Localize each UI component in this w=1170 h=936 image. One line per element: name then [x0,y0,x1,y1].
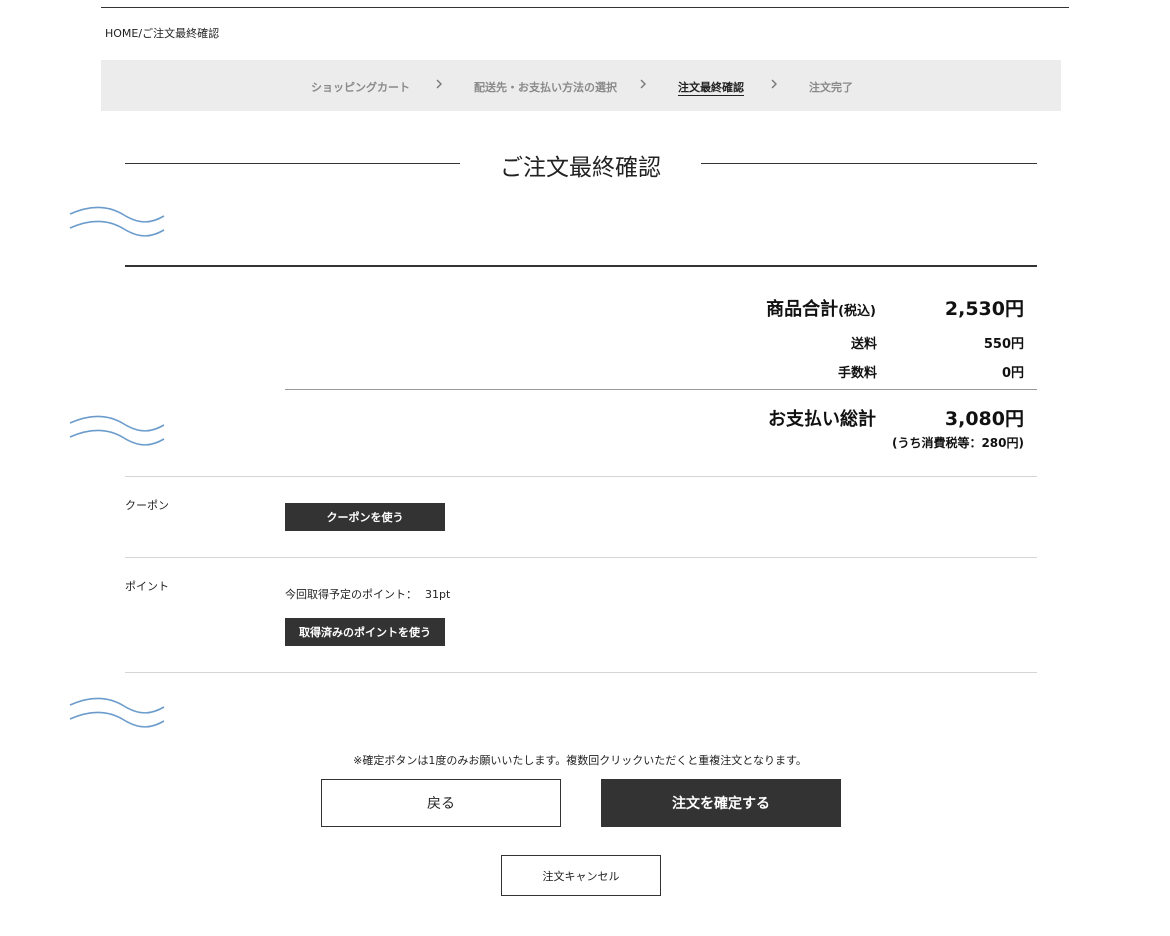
back-button[interactable]: 戻る [321,779,561,827]
section-divider [125,557,1037,558]
chevron-right-icon [436,79,442,89]
summary-top-rule [125,265,1037,267]
section-divider [125,476,1037,477]
confirm-notice: ※確定ボタンは1度のみお願いいたします。複数回クリックいただくと重複注文となりま… [353,754,807,767]
confirm-order-button[interactable]: 注文を確定する [601,779,841,827]
breadcrumb-home-link[interactable]: HOME [105,27,138,40]
page-title: ご注文最終確認 [500,155,661,181]
fee-label: 手数料 [837,366,877,381]
wave-decoration [69,415,165,446]
points-label: ポイント [125,580,169,593]
points-info-label: 今回取得予定のポイント： [285,588,417,601]
points-info-value: 31pt [425,588,451,601]
summary-divider [285,389,1037,390]
fee-value: 0円 [1001,366,1024,381]
top-divider [101,7,1069,8]
step-shipping-payment: 配送先・お支払い方法の選択 [474,81,617,94]
title-right-rule [701,163,1037,164]
points-info: 今回取得予定のポイント： 31pt [285,586,450,602]
section-divider [125,672,1037,673]
use-coupon-button[interactable]: クーポンを使う [285,503,445,531]
breadcrumb: HOME/ご注文最終確認 [105,25,219,41]
total-label: お支払い総計 [768,409,876,430]
wave-decoration [69,697,165,728]
title-left-rule [125,163,460,164]
use-points-button[interactable]: 取得済みのポイントを使う [285,618,445,646]
tax-note: (うち消費税等：280円) [891,436,1024,450]
step-complete: 注文完了 [809,81,853,94]
total-value: 3,080円 [944,408,1024,430]
coupon-label: クーポン [125,499,169,512]
checkout-steps: ショッピングカート 配送先・お支払い方法の選択 注文最終確認 注文完了 [101,60,1061,111]
chevron-right-icon [771,79,777,89]
shipping-value: 550円 [983,337,1024,352]
step-final-confirm: 注文最終確認 [678,81,744,96]
shipping-label: 送料 [850,337,877,352]
subtotal-value: 2,530円 [944,298,1024,320]
subtotal-label: 商品合計(税込) [766,299,876,320]
wave-decoration [69,206,165,237]
cancel-order-button[interactable]: 注文キャンセル [501,855,661,896]
step-cart: ショッピングカート [311,81,410,94]
breadcrumb-current: ご注文最終確認 [142,27,220,40]
chevron-right-icon [640,79,646,89]
